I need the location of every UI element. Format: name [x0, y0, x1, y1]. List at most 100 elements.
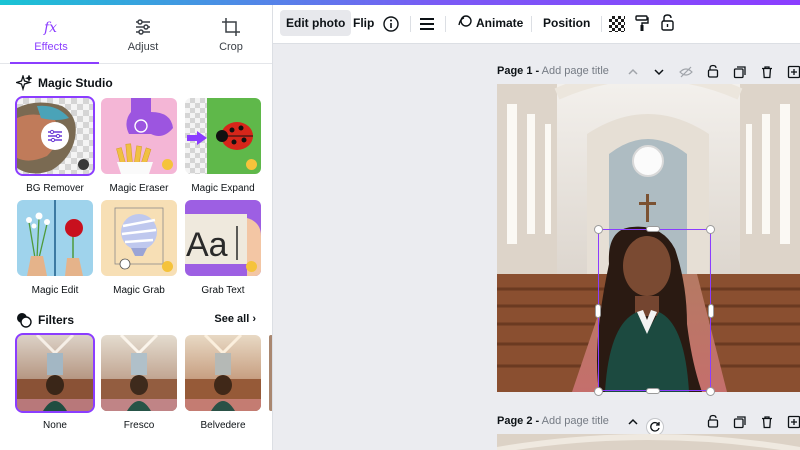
tool-magic-eraser[interactable]: Magic Eraser — [101, 98, 177, 194]
filters-icon — [17, 313, 32, 328]
filter-thumbnail — [185, 335, 261, 411]
filters-heading: Filters — [16, 312, 74, 328]
svg-text:Aa: Aa — [186, 226, 228, 264]
edit-photo-button[interactable]: Edit photo — [280, 10, 352, 36]
resize-handle-ne[interactable] — [706, 225, 715, 234]
filter-thumbnail — [101, 335, 177, 411]
filter-fresco[interactable]: Fresco — [101, 335, 177, 431]
paint-roller-icon[interactable] — [635, 15, 649, 32]
lock-page-icon[interactable] — [706, 414, 720, 428]
tool-thumbnail: Aa — [185, 200, 261, 276]
page-1-header: Page 1 - Add page title — [497, 65, 609, 77]
tool-thumbnail — [17, 200, 93, 276]
resize-handle-s[interactable] — [646, 388, 660, 394]
crown-icon — [246, 159, 257, 170]
tool-label: Magic Expand — [191, 183, 255, 194]
page-2-canvas[interactable] — [497, 434, 800, 450]
chevron-right-icon: › — [252, 313, 256, 325]
tool-label: Grab Text — [201, 285, 245, 296]
page-number: Page 1 - — [497, 65, 540, 77]
filter-label: Fresco — [123, 420, 155, 431]
tool-thumbnail — [185, 98, 261, 174]
resize-handle-e[interactable] — [708, 304, 714, 318]
tool-label: BG Remover — [26, 183, 84, 194]
crown-icon — [78, 159, 89, 170]
section-title: Filters — [38, 313, 75, 327]
tab-effects[interactable]: fx Effects — [6, 5, 99, 64]
tool-grab-text[interactable]: Aa Grab Text — [185, 200, 261, 296]
lock-page-icon[interactable] — [706, 64, 720, 78]
sliders-icon — [98, 17, 188, 37]
animate-icon — [458, 15, 472, 27]
section-title: Magic Studio — [38, 76, 113, 90]
tool-magic-expand[interactable]: Magic Expand — [185, 98, 261, 194]
see-all-link[interactable]: See all › — [214, 313, 256, 325]
panel-tabs: fx Effects Adjust Crop — [0, 5, 272, 64]
chevron-up-icon[interactable] — [626, 415, 640, 429]
svg-text:fx: fx — [43, 20, 57, 36]
see-all-label: See all — [214, 313, 250, 325]
tab-label: Crop — [219, 41, 243, 53]
delete-page-icon[interactable] — [760, 415, 774, 429]
tab-crop[interactable]: Crop — [186, 5, 272, 63]
page-1-canvas[interactable] — [497, 84, 800, 392]
flip-button[interactable]: Flip — [353, 10, 374, 36]
crown-icon — [162, 261, 173, 272]
resize-handle-nw[interactable] — [594, 225, 603, 234]
filter-label: None — [43, 420, 67, 431]
resize-handle-sw[interactable] — [594, 387, 603, 396]
fx-icon: fx — [6, 17, 96, 37]
page-2-header: Page 2 - Add page title — [497, 415, 609, 427]
toolbar-divider — [445, 16, 446, 32]
duplicate-page-icon[interactable] — [733, 415, 747, 429]
chevron-down-icon[interactable] — [652, 65, 666, 79]
filter-thumbnail — [269, 335, 272, 411]
duplicate-page-icon[interactable] — [733, 65, 747, 79]
info-icon[interactable] — [383, 16, 399, 32]
resize-handle-w[interactable] — [595, 304, 601, 318]
context-toolbar: Edit photo Flip Animate Position — [273, 5, 800, 44]
crown-icon — [246, 261, 257, 272]
tab-label: Effects — [34, 41, 68, 53]
border-style-icon[interactable] — [420, 17, 434, 31]
crown-icon — [162, 159, 173, 170]
sparkle-icon — [16, 75, 32, 91]
chevron-up-icon[interactable] — [626, 65, 640, 79]
hide-eye-icon[interactable] — [679, 65, 693, 79]
animate-button[interactable]: Animate — [457, 10, 523, 36]
tool-magic-grab[interactable]: Magic Grab — [101, 200, 177, 296]
filter-none[interactable]: None — [15, 333, 95, 431]
tool-thumbnail — [101, 98, 177, 174]
selection-frame[interactable] — [598, 229, 711, 391]
resize-handle-n[interactable] — [646, 226, 660, 232]
toolbar-divider — [601, 16, 602, 32]
filter-partial[interactable] — [269, 335, 272, 411]
toolbar-divider — [410, 16, 411, 32]
tool-label: Magic Eraser — [109, 183, 169, 194]
church-photo — [497, 434, 800, 450]
crop-icon — [186, 17, 272, 37]
filter-label: Belvedere — [200, 420, 246, 431]
tab-adjust[interactable]: Adjust — [98, 5, 188, 63]
delete-page-icon[interactable] — [760, 65, 774, 79]
filter-thumbnail — [15, 333, 95, 413]
toolbar-divider — [531, 16, 532, 32]
animate-label: Animate — [476, 16, 524, 30]
tool-bg-remover[interactable]: BG Remover — [15, 96, 95, 194]
add-page-icon[interactable] — [787, 415, 800, 429]
add-page-icon[interactable] — [787, 65, 800, 79]
position-button[interactable]: Position — [543, 10, 590, 36]
tab-label: Adjust — [127, 41, 159, 53]
effects-panel: fx Effects Adjust Crop Magic Studio BG R… — [0, 5, 273, 450]
tool-magic-edit[interactable]: Magic Edit — [17, 200, 93, 296]
page-title-input[interactable]: Add page title — [542, 415, 609, 427]
transparency-icon[interactable] — [609, 16, 625, 32]
rotate-icon — [650, 421, 660, 432]
page-title-input[interactable]: Add page title — [542, 65, 609, 77]
lock-icon[interactable] — [661, 14, 674, 31]
tool-label: Magic Edit — [31, 285, 79, 296]
filter-belvedere[interactable]: Belvedere — [185, 335, 261, 431]
resize-handle-se[interactable] — [706, 387, 715, 396]
tool-thumbnail — [15, 96, 95, 176]
magic-studio-heading: Magic Studio — [16, 75, 113, 91]
